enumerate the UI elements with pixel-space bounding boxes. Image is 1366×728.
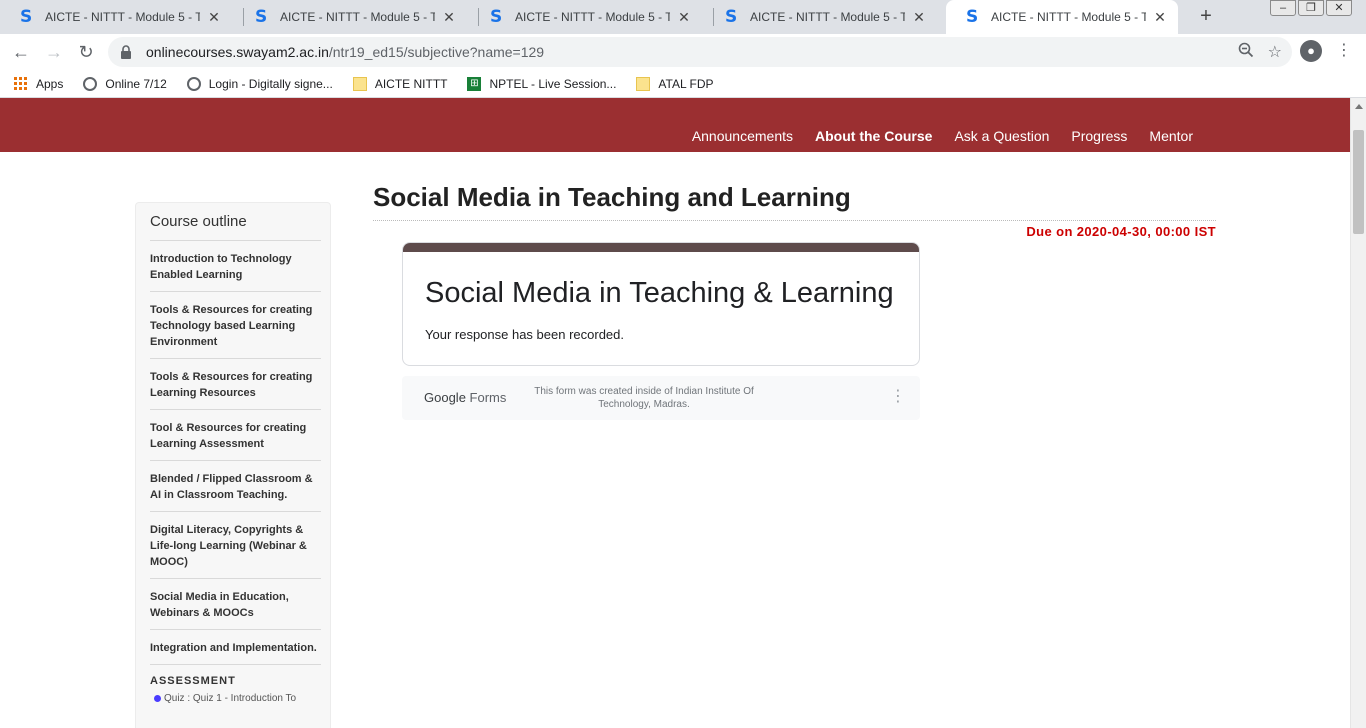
form-confirmation-message: Your response has been recorded. (425, 327, 624, 342)
outline-item[interactable]: Social Media in Education, Webinars & MO… (150, 579, 321, 630)
outline-item[interactable]: Digital Literacy, Copyrights & Life-long… (150, 512, 321, 579)
bookmark-atal-fdp[interactable]: ATAL FDP (636, 76, 714, 91)
brand-google: Google (424, 390, 466, 405)
outline-item[interactable]: Tool & Resources for creating Learning A… (150, 410, 321, 461)
bookmark-online[interactable]: Online 7/12 (83, 76, 167, 91)
outline-item[interactable]: Introduction to Technology Enabled Learn… (150, 241, 321, 292)
close-tab-icon[interactable]: ✕ (676, 9, 692, 26)
google-form-card: Social Media in Teaching & Learning Your… (402, 242, 920, 366)
browser-tab-4[interactable]: S AICTE - NITTT - Module 5 - Technology … (705, 0, 937, 34)
bookmark-label: AICTE NITTT (374, 76, 448, 91)
browser-tab-1[interactable]: S AICTE - NITTT - Module 5 - Technology … (0, 0, 232, 34)
swayam-favicon-icon: S (966, 7, 979, 27)
status-dot-icon (154, 695, 161, 702)
page-title: Social Media in Teaching and Learning (373, 182, 851, 212)
bookmark-label: ATAL FDP (658, 76, 714, 91)
omnibox-actions: ☆ (1238, 42, 1282, 63)
swayam-favicon-icon: S (725, 7, 738, 27)
tab-title: AICTE - NITTT - Module 5 - Technology (991, 10, 1146, 24)
assessment-heading: ASSESSMENT (150, 675, 236, 687)
title-divider (373, 220, 1216, 221)
course-outline-title: Course outline (150, 213, 321, 241)
form-title: Social Media in Teaching & Learning (425, 277, 894, 309)
bookmark-label: Apps (36, 76, 64, 91)
tab-title: AICTE - NITTT - Module 5 - Technology (45, 10, 200, 24)
close-tab-icon[interactable]: ✕ (441, 9, 457, 26)
restore-icon[interactable]: ❐ (1298, 0, 1324, 16)
google-form-footer: Google Forms This form was created insid… (402, 376, 920, 420)
due-date: Due on 2020-04-30, 00:00 IST (1026, 224, 1216, 239)
reload-icon[interactable]: ↻ (74, 40, 98, 64)
tab-title: AICTE - NITTT - Module 5 - Technology (750, 10, 905, 24)
form-accent-bar (403, 243, 919, 252)
bookmark-login[interactable]: Login - Digitally signe... (186, 76, 333, 91)
bookmark-star-icon[interactable]: ☆ (1268, 42, 1282, 63)
scroll-up-arrow-icon[interactable] (1355, 104, 1363, 109)
apps-grid-icon (14, 76, 28, 91)
new-tab-button[interactable]: + (1196, 6, 1216, 26)
form-created-note: This form was created inside of Indian I… (534, 386, 754, 410)
outline-item[interactable]: Tools & Resources for creating Technolog… (150, 292, 321, 359)
url-host: onlinecourses.swayam2.ac.in (146, 44, 329, 60)
zoom-icon[interactable] (1238, 42, 1254, 63)
browser-tab-5-active[interactable]: S AICTE - NITTT - Module 5 - Technology … (946, 0, 1178, 34)
swayam-favicon-icon: S (255, 7, 268, 27)
swayam-favicon-icon: S (490, 7, 503, 27)
bookmark-aicte-nittt[interactable]: AICTE NITTT (352, 76, 448, 91)
forward-arrow-icon[interactable]: → (42, 40, 66, 64)
quiz-label: Quiz : Quiz 1 - Introduction To (164, 693, 297, 704)
course-nav: Announcements About the Course Ask a Que… (692, 128, 1193, 144)
outline-item[interactable]: Tools & Resources for creating Learning … (150, 359, 321, 410)
tab-strip: S AICTE - NITTT - Module 5 - Technology … (0, 0, 1366, 34)
nav-announcements[interactable]: Announcements (692, 128, 793, 144)
folder-icon (352, 76, 367, 91)
browser-tab-2[interactable]: S AICTE - NITTT - Module 5 - Technology … (235, 0, 467, 34)
brand-forms: Forms (469, 390, 507, 405)
globe-icon (186, 76, 201, 91)
outline-item[interactable]: Integration and Implementation. (150, 630, 321, 665)
window-controls: – ❐ ✕ (1268, 0, 1352, 18)
bookmark-label: Login - Digitally signe... (208, 76, 333, 91)
bookmarks-bar: Apps Online 7/12 Login - Digitally signe… (0, 70, 1366, 98)
form-more-options-icon[interactable]: ⋮ (890, 386, 906, 406)
lock-icon (120, 45, 134, 59)
browser-toolbar: ← → ↻ onlinecourses.swayam2.ac.in/ntr19_… (0, 34, 1366, 70)
browser-menu-icon[interactable]: ⋮ (1336, 40, 1352, 64)
globe-icon (83, 76, 98, 91)
nav-ask-a-question[interactable]: Ask a Question (954, 128, 1049, 144)
sheets-icon: ⊞ (467, 76, 482, 91)
google-forms-logo[interactable]: Google Forms (424, 390, 506, 405)
quiz-link[interactable]: Quiz : Quiz 1 - Introduction To (150, 693, 321, 704)
close-window-icon[interactable]: ✕ (1326, 0, 1352, 16)
nav-progress[interactable]: Progress (1071, 128, 1127, 144)
address-bar[interactable]: onlinecourses.swayam2.ac.in/ntr19_ed15/s… (108, 37, 1292, 67)
page-viewport: Announcements About the Course Ask a Que… (0, 98, 1350, 728)
page-scrollbar[interactable] (1350, 98, 1366, 728)
site-header-banner: Announcements About the Course Ask a Que… (0, 98, 1350, 152)
folder-icon (636, 76, 651, 91)
nav-about-the-course[interactable]: About the Course (815, 128, 932, 144)
bookmark-apps[interactable]: Apps (14, 76, 64, 91)
bookmark-nptel[interactable]: ⊞ NPTEL - Live Session... (467, 76, 617, 91)
minimize-icon[interactable]: – (1270, 0, 1296, 16)
course-outline: Course outline Introduction to Technolog… (135, 202, 331, 728)
close-tab-icon[interactable]: ✕ (1152, 9, 1168, 26)
swayam-favicon-icon: S (20, 7, 33, 27)
bookmark-label: NPTEL - Live Session... (489, 76, 617, 91)
close-tab-icon[interactable]: ✕ (911, 9, 927, 26)
back-arrow-icon[interactable]: ← (9, 40, 33, 64)
outline-item[interactable]: Blended / Flipped Classroom & AI in Clas… (150, 461, 321, 512)
profile-avatar-icon[interactable]: ● (1300, 40, 1322, 62)
browser-tab-3[interactable]: S AICTE - NITTT - Module 5 - Technology … (470, 0, 702, 34)
scroll-thumb[interactable] (1353, 130, 1364, 234)
tab-title: AICTE - NITTT - Module 5 - Technology (515, 10, 670, 24)
bookmark-label: Online 7/12 (105, 76, 167, 91)
close-tab-icon[interactable]: ✕ (206, 9, 222, 26)
nav-mentor[interactable]: Mentor (1149, 128, 1193, 144)
url-path: /ntr19_ed15/subjective?name=129 (328, 44, 545, 60)
tab-title: AICTE - NITTT - Module 5 - Technology (280, 10, 435, 24)
